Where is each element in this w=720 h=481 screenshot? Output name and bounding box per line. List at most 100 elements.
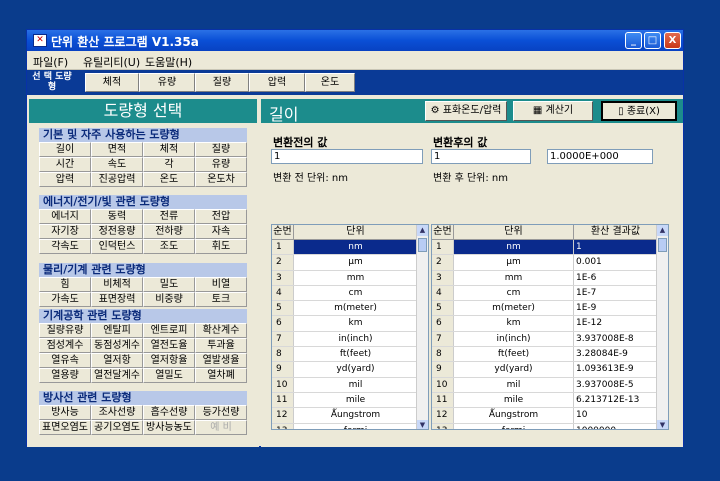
scroll-down-icon[interactable]: ▼	[657, 420, 668, 429]
scroll-down-icon[interactable]: ▼	[417, 420, 428, 429]
measure-button[interactable]: 가속도	[39, 292, 91, 307]
measure-button[interactable]: 방사능	[39, 405, 91, 420]
before-value-input[interactable]: 1	[271, 149, 423, 164]
table-row[interactable]: 12 Ǻungstrom	[272, 408, 428, 424]
after-value-input[interactable]: 1	[431, 149, 531, 164]
measure-button[interactable]: 열유속	[39, 353, 91, 368]
source-unit-table[interactable]: 순번 단위 1 nm 2 μm 3 mm 4 cm 5 m(meter) 6 km 7 in(inch) 8…	[271, 224, 429, 430]
measure-button[interactable]: 열전달계수	[91, 368, 143, 383]
toolbar-mass-button[interactable]: 질량	[195, 73, 249, 92]
measure-button[interactable]: 동력	[91, 209, 143, 224]
table-row[interactable]: 9 yd(yard) 1.093613E-9	[432, 362, 668, 378]
measure-button[interactable]: 전하량	[143, 224, 195, 239]
measure-button[interactable]: 토크	[195, 292, 247, 307]
measure-button[interactable]: 인덕턴스	[91, 239, 143, 254]
table-row[interactable]: 1 nm	[272, 240, 428, 256]
measure-button[interactable]: 정전용량	[91, 224, 143, 239]
measure-button[interactable]: 표면장력	[91, 292, 143, 307]
table-row[interactable]: 10 mil	[272, 377, 428, 393]
measure-button[interactable]: 열밀도	[143, 368, 195, 383]
result-table[interactable]: 순번 단위 환산 결과값 1 nm 1 2 μm 0.001 3 mm 1E-6 4 cm 1E-7 5…	[431, 224, 669, 430]
measure-button[interactable]: 각	[143, 157, 195, 172]
measure-button[interactable]: 열저항	[91, 353, 143, 368]
measure-button[interactable]: 면적	[91, 142, 143, 157]
measure-button[interactable]: 자기장	[39, 224, 91, 239]
measure-button[interactable]: 등가선량	[195, 405, 247, 420]
scroll-thumb[interactable]	[658, 238, 667, 252]
table-row[interactable]: 6 km	[272, 316, 428, 332]
scroll-up-icon[interactable]: ▲	[417, 225, 428, 236]
table-row[interactable]: 13fermi	[272, 423, 428, 429]
table-row[interactable]: 12 Ǻungstrom 10	[432, 408, 668, 424]
close-button[interactable]: X	[664, 32, 681, 49]
table-row[interactable]: 5 m(meter) 1E-9	[432, 301, 668, 317]
measure-button[interactable]: 방사능농도	[143, 420, 195, 435]
measure-button[interactable]: 엔탈피	[91, 323, 143, 338]
measure-button[interactable]: 밀도	[143, 277, 195, 292]
result-table-scrollbar[interactable]: ▲ ▼	[656, 225, 668, 429]
menu-utility[interactable]: 유틸리티(U)	[83, 54, 140, 70]
measure-button[interactable]: 비열	[195, 277, 247, 292]
measure-button[interactable]: 에너지	[39, 209, 91, 224]
measure-button[interactable]: 열용량	[39, 368, 91, 383]
measure-button[interactable]: 온도	[143, 172, 195, 187]
measure-button[interactable]: 열발생율	[195, 353, 247, 368]
measure-button[interactable]: 공기오염도	[91, 420, 143, 435]
toolbar-volume-button[interactable]: 체적	[85, 73, 139, 92]
table-row[interactable]: 10 mil 3.937008E-5	[432, 377, 668, 393]
toolbar-flow-button[interactable]: 유량	[139, 73, 195, 92]
menu-file[interactable]: 파일(F)	[33, 54, 68, 70]
exit-button[interactable]: ▯ 종료(X)	[601, 101, 677, 121]
measure-button[interactable]: 질량	[195, 142, 247, 157]
measure-button[interactable]: 자속	[195, 224, 247, 239]
calculator-button[interactable]: ▦ 계산기	[513, 101, 593, 121]
table-row[interactable]: 7 in(inch)	[272, 331, 428, 348]
table-row[interactable]: 4 cm 1E-7	[432, 285, 668, 302]
measure-button[interactable]: 흡수선량	[143, 405, 195, 420]
maximize-button[interactable]: □	[644, 32, 661, 49]
table-row[interactable]: 3 mm 1E-6	[432, 270, 668, 286]
measure-button[interactable]: 비체적	[91, 277, 143, 292]
measure-button[interactable]: 체적	[143, 142, 195, 157]
menu-help[interactable]: 도움말(H)	[145, 54, 192, 70]
table-row[interactable]: 5 m(meter)	[272, 301, 428, 317]
measure-button[interactable]: 투과율	[195, 338, 247, 353]
std-temp-pressure-button[interactable]: ⚙ 표화온도/압력	[425, 101, 507, 121]
table-row[interactable]: 4 cm	[272, 285, 428, 302]
measure-button[interactable]: 점성계수	[39, 338, 91, 353]
minimize-button[interactable]: _	[625, 32, 642, 49]
table-row[interactable]: 3 mm	[272, 270, 428, 286]
measure-button[interactable]: 열차폐	[195, 368, 247, 383]
table-row[interactable]: 13fermi1000000	[432, 423, 668, 429]
measure-button[interactable]: 속도	[91, 157, 143, 172]
measure-button[interactable]: 길이	[39, 142, 91, 157]
source-table-scrollbar[interactable]: ▲ ▼	[416, 225, 428, 429]
measure-button[interactable]: 확산계수	[195, 323, 247, 338]
measure-button[interactable]: 힘	[39, 277, 91, 292]
toolbar-temperature-button[interactable]: 온도	[305, 73, 355, 92]
table-row[interactable]: 11 mile	[272, 392, 428, 409]
table-row[interactable]: 9 yd(yard)	[272, 362, 428, 378]
measure-button[interactable]: 엔트로피	[143, 323, 195, 338]
table-row[interactable]: 8 ft(feet)	[272, 347, 428, 363]
toolbar-pressure-button[interactable]: 압력	[249, 73, 305, 92]
measure-button[interactable]: 온도차	[195, 172, 247, 187]
measure-button[interactable]: 시간	[39, 157, 91, 172]
table-row[interactable]: 2 μm 0.001	[432, 255, 668, 271]
table-row[interactable]: 1 nm 1	[432, 240, 668, 256]
table-row[interactable]: 7 in(inch) 3.937008E-8	[432, 331, 668, 348]
measure-button[interactable]: 각속도	[39, 239, 91, 254]
table-row[interactable]: 11 mile 6.213712E-13	[432, 392, 668, 409]
measure-button[interactable]: 동점성계수	[91, 338, 143, 353]
measure-button[interactable]: 표면오염도	[39, 420, 91, 435]
scroll-thumb[interactable]	[418, 238, 427, 252]
measure-button[interactable]: 조사선량	[91, 405, 143, 420]
table-row[interactable]: 8 ft(feet) 3.28084E-9	[432, 347, 668, 363]
measure-button[interactable]: 전류	[143, 209, 195, 224]
measure-button[interactable]: 열저항율	[143, 353, 195, 368]
table-row[interactable]: 2 μm	[272, 255, 428, 271]
measure-button[interactable]: 진공압력	[91, 172, 143, 187]
measure-button[interactable]: 조도	[143, 239, 195, 254]
measure-button[interactable]: 압력	[39, 172, 91, 187]
table-row[interactable]: 6 km 1E-12	[432, 316, 668, 332]
